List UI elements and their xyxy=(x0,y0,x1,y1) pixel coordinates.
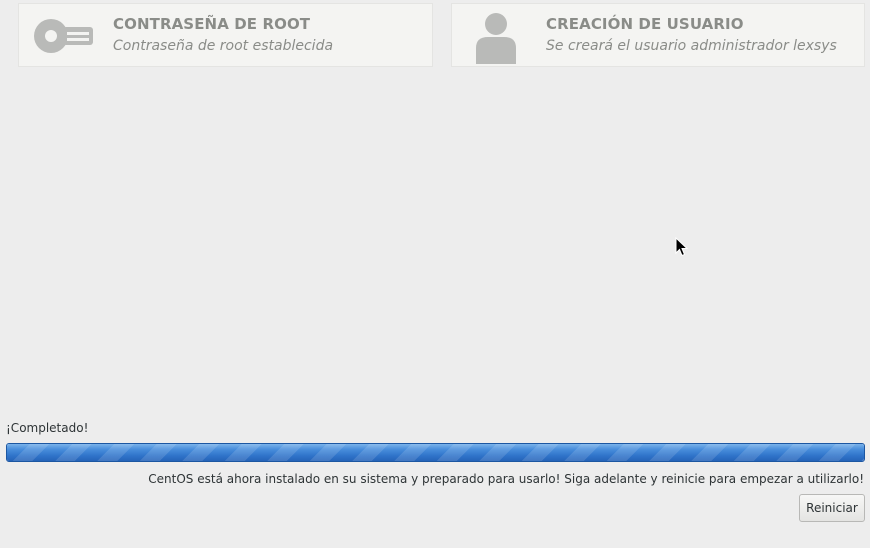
key-icon xyxy=(34,19,93,53)
mouse-pointer-icon xyxy=(675,237,688,257)
reboot-button[interactable]: Reiniciar xyxy=(799,494,865,522)
progress-status-label: ¡Completado! xyxy=(6,421,89,435)
user-creation-status: Se creará el usuario administrador lexsy… xyxy=(546,38,837,54)
root-password-status: Contraseña de root establecida xyxy=(113,38,334,54)
completion-message: CentOS está ahora instalado en su sistem… xyxy=(148,472,864,486)
user-creation-spoke[interactable]: CREACIÓN DE USUARIO Se creará el usuario… xyxy=(451,3,865,67)
root-password-spoke[interactable]: CONTRASEÑA DE ROOT Contraseña de root es… xyxy=(18,3,433,67)
progress-fill xyxy=(7,444,864,461)
installer-complete-screen: CONTRASEÑA DE ROOT Contraseña de root es… xyxy=(0,0,870,548)
user-creation-title: CREACIÓN DE USUARIO xyxy=(546,15,744,33)
user-icon xyxy=(476,13,516,64)
root-password-title: CONTRASEÑA DE ROOT xyxy=(113,15,311,33)
installation-progress-bar xyxy=(6,443,865,462)
